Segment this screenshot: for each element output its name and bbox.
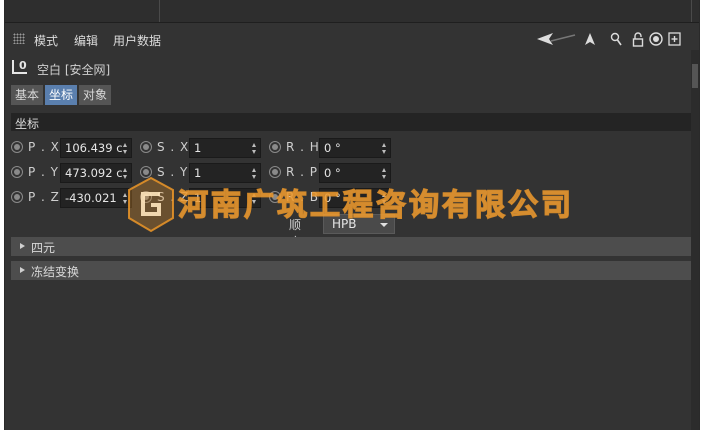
top-divider <box>691 0 692 22</box>
section-title: 坐标 <box>15 117 40 131</box>
keyframe-radio-icon[interactable] <box>11 141 23 153</box>
null-object-icon: 0 <box>11 58 29 76</box>
tab-coordinates[interactable]: 坐标 <box>45 85 78 105</box>
spinner-icon[interactable] <box>382 143 387 154</box>
search-icon[interactable] <box>609 30 623 48</box>
group-label: 四元 <box>31 241 56 255</box>
scale-x-field[interactable]: 1 <box>189 138 261 158</box>
param-label: S . X <box>157 140 190 154</box>
menu-edit[interactable]: 编辑 <box>74 32 98 49</box>
watermark-logo-icon <box>128 176 174 233</box>
keyframe-radio-icon[interactable] <box>269 141 281 153</box>
up-arrow-icon[interactable] <box>583 30 597 48</box>
top-tab-segment[interactable] <box>111 0 160 22</box>
param-label: P . Z <box>28 190 60 204</box>
spinner-icon[interactable] <box>252 143 257 154</box>
svg-text:0: 0 <box>19 59 27 72</box>
lock-icon[interactable] <box>631 30 645 48</box>
position-y-field[interactable]: 473.092 c <box>60 163 132 183</box>
object-title: 空白 [安全网] <box>37 63 111 77</box>
group-quaternion[interactable]: 四元 <box>11 237 691 256</box>
menu-mode[interactable]: 模式 <box>34 32 58 49</box>
param-label: P . Y <box>28 165 60 179</box>
menu-user-data[interactable]: 用户数据 <box>113 32 161 49</box>
param-label: P . X <box>28 140 60 154</box>
group-label: 冻结变换 <box>31 265 80 279</box>
chevron-right-icon[interactable] <box>20 243 25 249</box>
group-freeze-transform[interactable]: 冻结变换 <box>11 261 691 280</box>
position-x-field[interactable]: 106.439 c <box>60 138 132 158</box>
watermark-text: 河南广筑工程咨询有限公司 <box>177 187 574 223</box>
field-value: -430.021 <box>65 191 117 205</box>
scrollbar[interactable] <box>691 50 699 430</box>
top-toolbar-strip <box>5 0 699 23</box>
tab-basic[interactable]: 基本 <box>11 85 44 105</box>
scrollbar-thumb[interactable] <box>692 64 698 88</box>
grip-icon[interactable] <box>13 33 25 44</box>
field-value: 0 ° <box>324 141 341 155</box>
keyframe-radio-icon[interactable] <box>11 166 23 178</box>
company-watermark: 河南广筑工程咨询有限公司 <box>126 176 606 238</box>
param-label: R . H <box>286 140 320 154</box>
field-value: 473.092 c <box>65 166 123 180</box>
keyframe-radio-icon[interactable] <box>140 141 152 153</box>
section-header-coordinates: 坐标 <box>11 113 691 131</box>
tab-object[interactable]: 对象 <box>79 85 112 105</box>
position-z-field[interactable]: -430.021 <box>60 188 132 208</box>
new-panel-icon[interactable] <box>667 30 681 48</box>
chevron-right-icon[interactable] <box>20 267 25 273</box>
back-arrow-icon[interactable] <box>535 30 577 48</box>
field-value: 1 <box>194 141 202 155</box>
target-icon[interactable] <box>648 30 664 48</box>
menu-bar: 模式 编辑 用户数据 <box>5 28 691 50</box>
spinner-icon[interactable] <box>123 143 128 154</box>
keyframe-radio-icon[interactable] <box>11 191 23 203</box>
rotation-h-field[interactable]: 0 ° <box>319 138 391 158</box>
field-value: 106.439 c <box>65 141 123 155</box>
attribute-tabs: 基本 坐标 对象 <box>11 85 112 105</box>
